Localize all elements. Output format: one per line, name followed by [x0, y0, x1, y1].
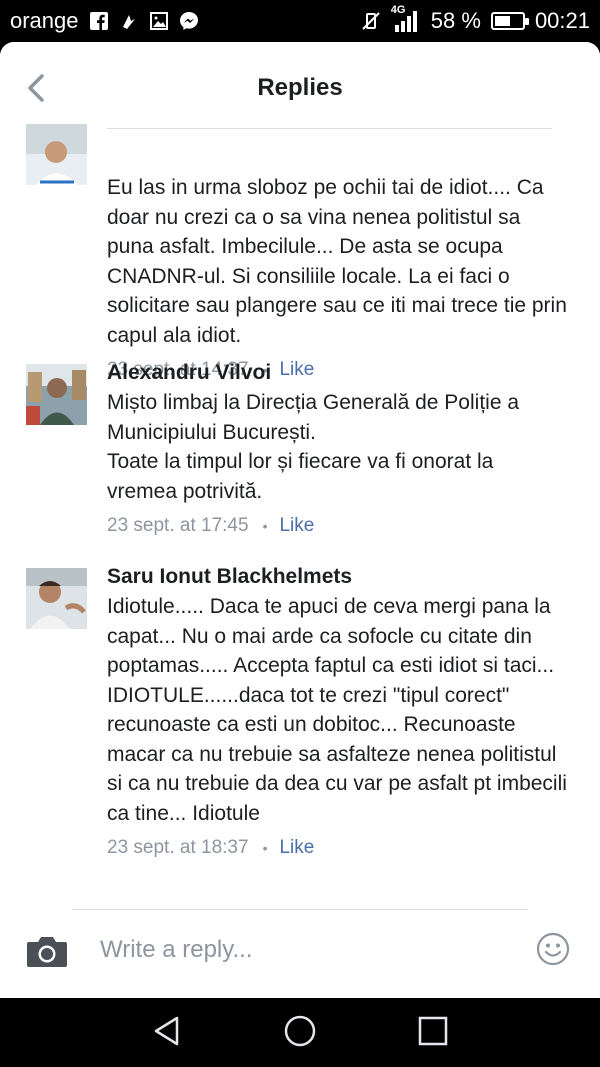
like-button[interactable]: Like [279, 836, 314, 860]
home-circle-icon [284, 1015, 316, 1047]
comment-text: Mișto limbaj la Direcția Generală de Pol… [107, 391, 520, 503]
messenger-icon [179, 11, 199, 31]
notification-icon [119, 11, 139, 31]
emoji-button[interactable] [536, 932, 570, 966]
carrier-label: orange [10, 8, 79, 33]
vibrate-mute-icon [361, 11, 381, 31]
reply-input[interactable] [100, 930, 520, 970]
meta-separator: • [262, 840, 268, 856]
camera-icon [27, 937, 67, 967]
comment-time: 23 sept. at 18:37 [107, 837, 249, 858]
like-button[interactable]: Like [279, 514, 314, 538]
battery-percent: 58 % [430, 8, 481, 33]
avatar[interactable] [26, 364, 87, 425]
comment-author[interactable]: Saru Ionut Blackhelmets [107, 562, 567, 592]
avatar[interactable] [26, 568, 87, 629]
image-icon [149, 11, 169, 31]
battery-icon [490, 12, 529, 30]
recents-square-icon [418, 1016, 448, 1046]
comment-text: Idiotule..... Daca te apuci de ceva merg… [107, 595, 567, 825]
back-triangle-icon [154, 1016, 179, 1046]
comment-time: 23 sept. at 17:45 [107, 515, 249, 536]
comment-author[interactable]: Alexandru Vilvoi [107, 358, 567, 388]
composer-divider [72, 909, 528, 910]
clock: 00:21 [534, 8, 590, 33]
avatar[interactable] [26, 124, 87, 185]
signal-icon: 4G [391, 4, 421, 32]
facebook-icon [89, 11, 109, 31]
nav-recents-button[interactable] [416, 1014, 450, 1048]
system-nav-bar [0, 998, 600, 1067]
nav-back-button[interactable] [150, 1014, 184, 1048]
header-divider [107, 128, 552, 129]
replies-sheet: Replies Eu las in urma sloboz pe ochii t… [0, 42, 600, 998]
meta-separator: • [262, 518, 268, 534]
camera-button[interactable] [26, 934, 68, 968]
status-bar: orange 4G 58 % 00:21 [0, 0, 600, 42]
nav-home-button[interactable] [283, 1014, 317, 1048]
header: Replies [0, 42, 600, 130]
emoji-icon [536, 932, 570, 966]
comment-text: Eu las in urma sloboz pe ochii tai de id… [107, 176, 567, 347]
page-title: Replies [257, 74, 343, 101]
